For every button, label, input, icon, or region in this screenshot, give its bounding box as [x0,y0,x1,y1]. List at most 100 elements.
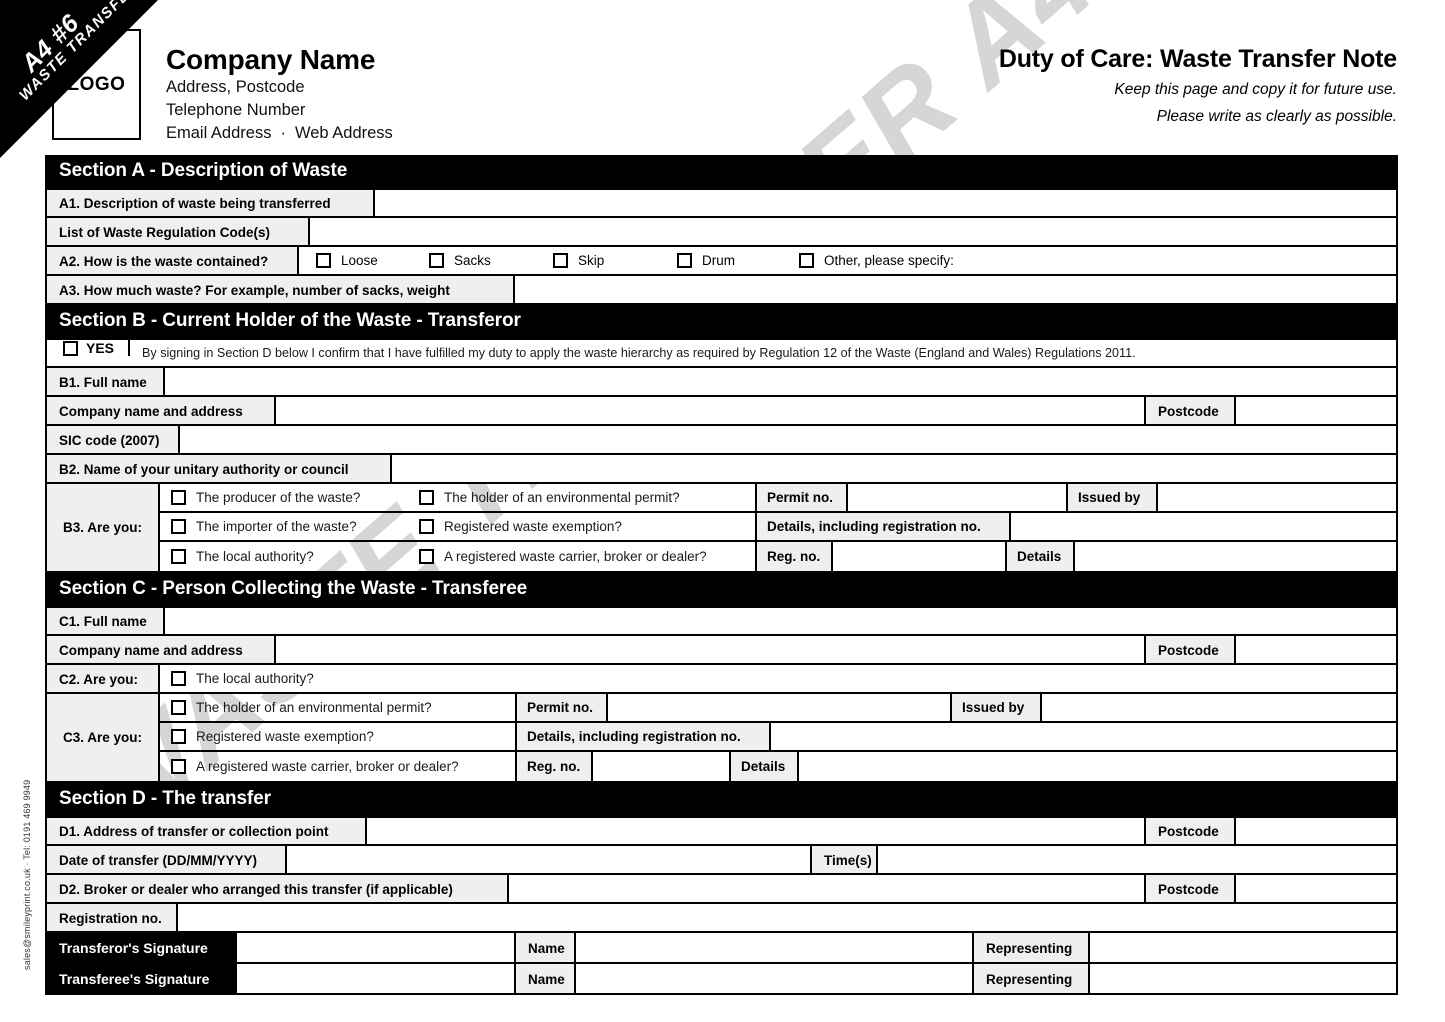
side-contact-note: sales@smileyprint.co.uk · Tel: 0191 469 … [22,779,32,970]
b3-option-permit-holder-label: The holder of an environmental permit? [444,490,680,505]
b3-issued-by-input[interactable] [1158,484,1396,511]
c3-reg-no-input[interactable] [593,752,729,781]
c2-option-local-authority[interactable]: The local authority? [160,665,1396,692]
b3-details-input[interactable] [1075,542,1396,571]
b-company-input[interactable] [276,397,1144,424]
b3-details-reg-label: Details, including registration no. [755,513,1011,540]
checkbox-c3-permit-holder-icon[interactable] [171,700,186,715]
a2-option-skip[interactable]: Skip [553,253,677,268]
b3-option-carrier[interactable]: A registered waste carrier, broker or de… [408,542,755,571]
c3-issued-by-input[interactable] [1042,694,1396,721]
b1-label: B1. Full name [47,368,165,395]
checkbox-c2-local-authority-icon[interactable] [171,671,186,686]
c3-details-label: Details [729,752,799,781]
c3-option-permit-holder[interactable]: The holder of an environmental permit? [160,694,515,721]
b-company-label: Company name and address [47,397,276,424]
b-sic-input[interactable] [180,426,1396,453]
transferor-representing-input[interactable] [1090,933,1396,962]
a2-option-loose-label: Loose [341,253,378,268]
b3-details-label: Details [1005,542,1075,571]
c-postcode-input[interactable] [1236,636,1396,663]
c1-input[interactable] [165,608,1396,634]
b-postcode-input[interactable] [1236,397,1396,424]
checkbox-loose-icon[interactable] [316,253,331,268]
c3-option-exemption[interactable]: Registered waste exemption? [160,723,515,750]
checkbox-sacks-icon[interactable] [429,253,444,268]
d-times-input[interactable] [878,846,1396,873]
transferee-representing-input[interactable] [1090,964,1396,993]
c3-option-carrier[interactable]: A registered waste carrier, broker or de… [160,752,515,781]
b3-option-local-authority[interactable]: The local authority? [160,542,408,571]
transferor-name-input[interactable] [576,933,972,962]
d2-input[interactable] [509,875,1144,902]
b1-input[interactable] [165,368,1396,395]
checkbox-local-authority-icon[interactable] [171,549,186,564]
document-title-block: Duty of Care: Waste Transfer Note Keep t… [999,45,1397,128]
d1-postcode-label: Postcode [1144,818,1236,844]
c3-permit-no-label: Permit no. [515,694,608,721]
checkbox-skip-icon[interactable] [553,253,568,268]
a2-option-sacks[interactable]: Sacks [429,253,553,268]
b3-permit-no-label: Permit no. [755,484,848,511]
section-a-heading: Section A - Description of Waste [45,155,1398,188]
d-registration-input[interactable] [178,904,1396,931]
c3-option-permit-holder-label: The holder of an environmental permit? [196,700,432,715]
b3-details-reg-input[interactable] [1011,513,1396,540]
a1-input[interactable] [375,190,1396,216]
checkbox-c3-exemption-icon[interactable] [171,729,186,744]
a2-option-loose[interactable]: Loose [299,253,429,268]
d-date-input[interactable] [287,846,810,873]
declaration-yes-cell[interactable]: YES [47,340,131,356]
transferee-signature-input[interactable] [237,964,514,993]
b3-reg-no-input[interactable] [833,542,1005,571]
b3-option-producer[interactable]: The producer of the waste? [160,484,408,511]
checkbox-permit-holder-icon[interactable] [419,490,434,505]
company-address: Address, Postcode [166,78,305,96]
c3-option-exemption-label: Registered waste exemption? [196,729,374,744]
c3-details-input[interactable] [799,752,1396,781]
b3-reg-no-label: Reg. no. [755,542,833,571]
b3-row-3: The local authority? A registered waste … [160,542,1396,571]
form-body: Section A - Description of Waste A1. Des… [45,155,1398,995]
b3-block: B3. Are you: The producer of the waste? … [45,484,1398,573]
company-telephone: Telephone Number [166,101,306,119]
checkbox-producer-icon[interactable] [171,490,186,505]
checkbox-drum-icon[interactable] [677,253,692,268]
checkbox-yes-icon[interactable] [63,340,78,356]
c3-reg-no-label: Reg. no. [515,752,593,781]
d1-postcode-input[interactable] [1236,818,1396,844]
b2-input[interactable] [392,455,1396,482]
a3-input[interactable] [515,276,1396,303]
transferor-signature-input[interactable] [237,933,514,962]
c-company-input[interactable] [276,636,1144,663]
row-c1: C1. Full name [45,606,1398,636]
a2-option-drum[interactable]: Drum [677,253,799,268]
transferee-name-input[interactable] [576,964,972,993]
page-title: Duty of Care: Waste Transfer Note [998,45,1397,73]
checkbox-exemption-icon[interactable] [419,519,434,534]
a2-option-other[interactable]: Other, please specify: [799,253,954,268]
c3-permit-no-input[interactable] [608,694,950,721]
waste-codes-input[interactable] [310,218,1396,245]
declaration-yes-label: YES [86,340,115,356]
row-b-declaration: YES By signing in Section D below I conf… [45,338,1398,368]
transferee-representing-label: Representing [972,964,1090,993]
c3-details-reg-input[interactable] [771,723,1396,750]
row-a2: A2. How is the waste contained? Loose Sa… [45,247,1398,276]
checkbox-c3-carrier-icon[interactable] [171,759,186,774]
c3-row-2: Registered waste exemption? Details, inc… [160,723,1396,752]
d1-input[interactable] [367,818,1144,844]
b-sic-label: SIC code (2007) [47,426,180,453]
checkbox-carrier-icon[interactable] [419,549,434,564]
b3-option-permit-holder[interactable]: The holder of an environmental permit? [408,484,755,511]
checkbox-other-icon[interactable] [799,253,814,268]
b3-option-carrier-label: A registered waste carrier, broker or de… [444,549,707,564]
row-b2: B2. Name of your unitary authority or co… [45,455,1398,484]
d2-postcode-input[interactable] [1236,875,1396,902]
b3-option-exemption[interactable]: Registered waste exemption? [408,513,755,540]
a2-option-drum-label: Drum [702,253,735,268]
b3-permit-no-input[interactable] [848,484,1066,511]
transferor-signature-label: Transferor's Signature [47,933,237,962]
checkbox-importer-icon[interactable] [171,519,186,534]
b3-option-importer[interactable]: The importer of the waste? [160,513,408,540]
